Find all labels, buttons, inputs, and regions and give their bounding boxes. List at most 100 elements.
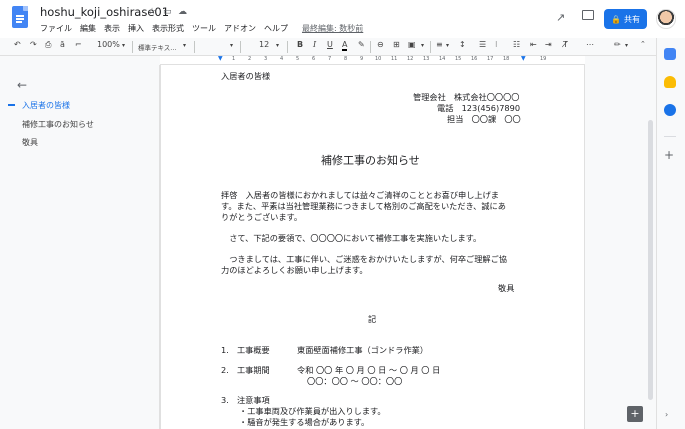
spellcheck-icon[interactable]: ā <box>60 40 65 49</box>
print-icon[interactable]: ⎙ <box>45 40 51 50</box>
close-outline-arrow-icon[interactable]: ← <box>17 78 27 92</box>
add-comment-icon[interactable]: + <box>627 406 643 422</box>
ruler-number: 1 <box>232 56 236 62</box>
doc-ki: 記 <box>368 314 377 324</box>
align-dropdown-icon[interactable]: ▾ <box>446 42 449 49</box>
doc-paragraph-line: りがとうございます。 <box>221 212 303 222</box>
outline-item-closing[interactable]: 敬具 <box>22 137 38 148</box>
outline-item-title[interactable]: 補修工事のお知らせ <box>22 119 94 130</box>
style-select[interactable]: 標準テキス... <box>138 42 177 52</box>
last-edit-link[interactable]: 最終編集: 数秒前 <box>302 23 363 34</box>
align-icon[interactable]: ≡ <box>436 40 443 49</box>
doc-bullet: ・騒音が発生する場合があります。 <box>239 417 370 427</box>
activity-trend-icon[interactable]: ↗ <box>556 11 565 24</box>
docs-logo-icon[interactable] <box>12 6 28 28</box>
doc-item-label: 2. 工事期間 <box>221 365 270 375</box>
redo-icon[interactable]: ↷ <box>30 40 37 49</box>
doc-item-label: 1. 工事概要 <box>221 345 270 355</box>
underline-icon[interactable]: U <box>327 40 333 49</box>
collapse-toolbar-icon[interactable]: ⌃ <box>640 40 646 48</box>
font-size-select[interactable]: 12 <box>259 40 269 49</box>
ruler-number: 14 <box>439 56 446 62</box>
doc-closing: 敬具 <box>498 283 515 293</box>
star-icon[interactable]: ☆ <box>148 7 156 17</box>
insert-image-icon[interactable]: ▣ <box>408 40 416 49</box>
toolbar-divider <box>287 41 288 53</box>
ruler-number: 19 <box>540 56 547 62</box>
menu-tools[interactable]: ツール <box>192 23 216 34</box>
menu-addons[interactable]: アドオン <box>224 23 256 34</box>
ruler-number: 13 <box>423 56 430 62</box>
doc-recipient: 入居者の皆様 <box>221 71 271 81</box>
menu-file[interactable]: ファイル <box>40 23 72 34</box>
user-avatar[interactable] <box>656 9 676 29</box>
ruler-number: 2 <box>248 56 252 62</box>
comment-history-icon[interactable] <box>582 10 594 20</box>
ruler-number: 7 <box>328 56 332 62</box>
menu-view[interactable]: 表示 <box>104 23 120 34</box>
doc-paragraph-line: さて、下記の要領で、〇〇〇〇において補修工事を実施いたします。 <box>221 233 482 243</box>
get-addons-plus-icon[interactable]: + <box>664 148 674 162</box>
bulleted-list-icon[interactable]: ⁝ <box>495 40 498 49</box>
bold-icon[interactable]: B <box>297 40 303 49</box>
font-size-dropdown-icon[interactable]: ▾ <box>276 42 279 49</box>
keep-icon[interactable] <box>664 76 676 88</box>
doc-item-value: 東面壁面補修工事（ゴンドラ作業） <box>297 345 429 355</box>
ruler-number: 15 <box>455 56 462 62</box>
ruler-number: 9 <box>360 56 364 62</box>
menu-format[interactable]: 表示形式 <box>152 23 184 34</box>
more-options-icon[interactable]: ⋯ <box>586 40 594 49</box>
insert-comment-icon[interactable]: ⊞ <box>393 40 400 49</box>
toolbar-divider <box>240 41 241 53</box>
ruler-number: 12 <box>407 56 414 62</box>
vertical-scrollbar[interactable] <box>648 120 653 400</box>
ruler-number: 10 <box>375 56 382 62</box>
menu-insert[interactable]: 挿入 <box>128 23 144 34</box>
chevron-right-icon[interactable]: › <box>665 410 668 419</box>
toolbar-divider <box>370 41 371 53</box>
zoom-dropdown-icon[interactable]: ▾ <box>122 42 125 49</box>
tasks-icon[interactable] <box>664 104 676 116</box>
increase-indent-icon[interactable]: ⇥ <box>545 40 552 49</box>
move-folder-icon[interactable]: ▭ <box>163 7 172 17</box>
doc-paragraph-line: 力のほどよろしくお願い申し上げます。 <box>221 265 368 275</box>
side-panel <box>656 38 685 429</box>
numbered-list-icon[interactable]: ☷ <box>513 40 520 49</box>
doc-sender-person: 担当 〇〇課 〇〇 <box>447 114 521 124</box>
calendar-icon[interactable] <box>664 48 676 60</box>
lock-icon: 🔒 <box>611 14 621 24</box>
image-dropdown-icon[interactable]: ▾ <box>421 42 424 49</box>
ruler-number: 6 <box>312 56 316 62</box>
undo-icon[interactable]: ↶ <box>14 40 21 49</box>
ruler-number: 5 <box>296 56 300 62</box>
clear-formatting-icon[interactable]: T̸ <box>563 40 568 49</box>
line-spacing-icon[interactable]: ↕ <box>459 40 466 49</box>
highlight-icon[interactable]: ✎ <box>358 40 365 49</box>
decrease-indent-icon[interactable]: ⇤ <box>530 40 537 49</box>
doc-item-value: 〇〇：〇〇 ～ 〇〇：〇〇 <box>307 376 403 386</box>
side-panel-divider <box>664 136 676 137</box>
insert-link-icon[interactable]: ⊖ <box>377 40 384 49</box>
toolbar-divider <box>132 41 133 53</box>
style-dropdown-icon[interactable]: ▾ <box>183 42 186 49</box>
toolbar-divider <box>430 41 431 53</box>
ruler-number: 4 <box>280 56 284 62</box>
zoom-select[interactable]: 100% <box>97 40 120 49</box>
left-indent-marker[interactable]: ▼ <box>218 56 224 62</box>
ruler-number: 17 <box>487 56 494 62</box>
menu-help[interactable]: ヘルプ <box>264 23 288 34</box>
share-button-label: 共有 <box>623 14 640 24</box>
right-indent-marker[interactable]: ▼ <box>521 56 527 62</box>
ruler-number: 3 <box>264 56 268 62</box>
italic-icon[interactable]: I <box>313 40 316 49</box>
paint-format-icon[interactable]: ⌐ <box>75 40 82 49</box>
outline-item-recipient[interactable]: 入居者の皆様 <box>22 100 70 111</box>
cloud-saved-icon[interactable]: ☁ <box>178 7 187 17</box>
font-dropdown-icon[interactable]: ▾ <box>230 42 233 49</box>
checklist-icon[interactable]: ☰ <box>479 40 486 49</box>
editing-mode-dropdown-icon[interactable]: ▾ <box>625 42 628 49</box>
menu-edit[interactable]: 編集 <box>80 23 96 34</box>
share-button[interactable]: 🔒 共有 <box>604 9 647 29</box>
editing-mode-icon[interactable]: ✏ <box>614 40 621 49</box>
text-color-icon[interactable]: A <box>342 40 348 51</box>
